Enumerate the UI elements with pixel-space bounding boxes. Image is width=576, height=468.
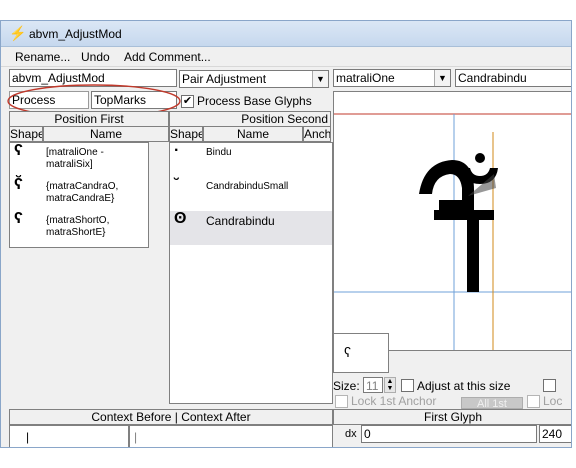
list-item[interactable]: · Bindu [170,143,332,177]
menu-rename[interactable]: Rename... [15,50,70,64]
list-item[interactable]: ʕ̆ {matraCandraO, matraCandraE} [10,177,148,211]
glyph-name: [matraliOne - matraliSix] [46,147,104,170]
position-second-title: Position Second [169,111,331,127]
process-base-glyphs-checkbox[interactable]: ✔ [181,95,194,108]
size-label: Size: [333,379,360,393]
dx-field[interactable]: 0 [361,425,537,443]
second-value-field[interactable]: 240 [539,425,571,443]
lock-anchor-label: Lock 1st Anchor [351,394,437,408]
chevron-down-icon[interactable]: ▼ [312,71,328,87]
first-glyph-value: matraliOne [336,71,395,85]
first-glyph-header: First Glyph [333,409,571,425]
list-item[interactable]: ʕ [matraliOne - matraliSix] [10,143,148,177]
context-header: Context Before | Context After [9,409,333,425]
col-shape-second[interactable]: Shape [169,126,203,142]
list-item[interactable]: ʕ {matraShortO, matraShortE} [10,211,148,245]
position-first-list[interactable]: ʕ [matraliOne - matraliSix] ʕ̆ {matraCan… [9,142,149,248]
text-cursor: | [26,430,30,444]
lightning-icon: ⚡ [9,25,27,41]
chevron-down-icon[interactable]: ▼ [434,70,450,86]
matra-bar-shape [434,210,494,220]
glyph-preview-canvas[interactable] [333,91,571,351]
glyph-name: Bindu [206,147,232,158]
glyph-shape: ʘ [174,210,187,227]
glyph-name: {matraShortO, matraShortE} [46,215,110,238]
title-bar: ⚡ abvm_AdjustMod [1,21,571,47]
menu-undo[interactable]: Undo [81,50,110,64]
adjust-size-checkbox[interactable] [401,379,414,392]
matra-stem-shape [467,212,479,292]
bindu-dot [475,153,485,163]
app-window: ⚡ abvm_AdjustMod Rename... Undo Add Comm… [0,20,572,448]
position-second-list[interactable]: · Bindu ˘ CandrabinduSmall ʘ Candrabindu [169,142,333,404]
extra-checkbox[interactable] [543,379,556,392]
col-anchor-second[interactable]: Anch [303,126,331,142]
glyph-name: Candrabindu [206,214,275,228]
menu-bar: Rename... Undo Add Comment... [1,47,571,67]
position-first-title: Position First [9,111,169,127]
list-item-selected[interactable]: ʘ Candrabindu [170,211,332,245]
glyph-name: {matraCandraO, matraCandraE} [46,181,119,204]
all-first-button[interactable]: All 1st [461,397,523,410]
lock-anchor-checkbox[interactable] [335,395,348,408]
glyph-shape: ʕ [14,210,23,227]
glyph-shape: ʕ [14,142,23,159]
glyph-shape: · [174,142,180,159]
glyph-shape: ʕ̆ [14,176,23,193]
lock-second-label: Loc [543,394,563,408]
size-field[interactable]: 11 [363,377,383,393]
window-title: abvm_AdjustMod [29,27,122,41]
adjustment-type-select[interactable]: Pair Adjustment ▼ [179,70,329,88]
thumbnail-glyph: ʕ [344,344,351,360]
matra-glyph-shape [419,160,474,212]
glyph-shape: ˘ [174,176,180,193]
divider-mark: | [134,430,138,444]
lock-second-checkbox[interactable] [527,395,540,408]
list-item[interactable]: ˘ CandrabinduSmall [170,177,332,211]
process-base-glyphs-label: Process Base Glyphs [197,94,312,108]
glyph-thumbnail: ʕ [333,333,389,373]
first-glyph-select[interactable]: matraliOne ▼ [333,69,451,87]
menu-add-comment[interactable]: Add Comment... [124,50,211,64]
col-shape-first[interactable]: Shape [9,126,43,142]
context-before-field[interactable]: | [9,425,129,447]
second-glyph-field[interactable]: Candrabindu [455,69,571,87]
col-name-first[interactable]: Name [43,126,169,142]
context-after-field[interactable]: | [129,425,333,447]
size-spinner[interactable]: ▲ ▼ [384,377,396,393]
glyph-preview-svg [334,113,571,350]
adjustment-type-value: Pair Adjustment [182,72,267,86]
adjust-size-label: Adjust at this size [417,379,511,393]
glyph-name: CandrabinduSmall [206,181,289,192]
dx-label: dx [345,428,357,440]
col-name-second[interactable]: Name [203,126,303,142]
